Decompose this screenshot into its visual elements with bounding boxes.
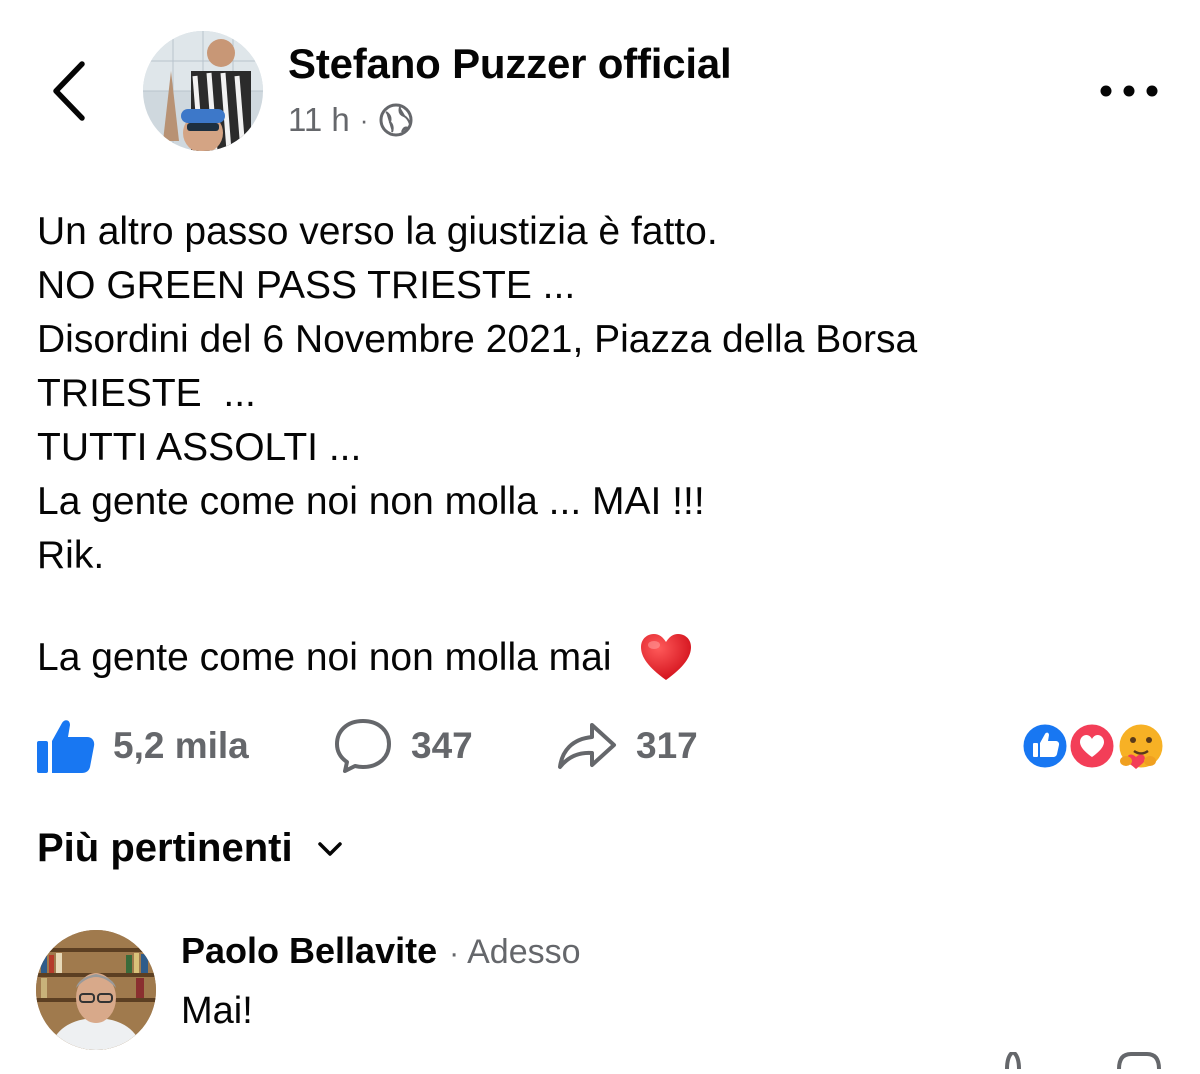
sort-label: Più pertinenti [37, 826, 293, 870]
comment-bubble-icon [335, 719, 391, 773]
post-author-name[interactable]: Stefano Puzzer official [288, 40, 732, 88]
post-line: Disordini del 6 Novembre 2021, Piazza de… [37, 318, 918, 361]
post-line: TUTTI ASSOLTI ... [37, 426, 362, 469]
comment-separator: · [449, 937, 460, 970]
share-arrow-icon [558, 723, 616, 769]
post-line: Rik. [37, 534, 105, 577]
post-closing-text: La gente come noi non molla mai [37, 636, 623, 679]
post-text: Un altro passo verso la giustizia è fatt… [37, 205, 1167, 583]
meta-separator: · [359, 104, 369, 135]
commenter-avatar[interactable] [36, 930, 156, 1050]
comment-text: Mai! [181, 990, 253, 1032]
comment-button[interactable]: 347 [333, 716, 473, 776]
globe-icon [379, 103, 413, 137]
comment-author-name[interactable]: Paolo Bellavite [181, 930, 437, 972]
comment-action-icons-cropped[interactable] [995, 1049, 1165, 1070]
thumbs-up-icon [37, 720, 95, 773]
share-count: 317 [636, 725, 698, 766]
author-avatar[interactable] [143, 31, 263, 151]
post-timestamp[interactable]: 11 h [288, 101, 350, 139]
chevron-down-icon [317, 841, 342, 856]
red-heart-emoji-icon [641, 634, 692, 680]
post-line: La gente come noi non molla ... MAI !!! [37, 480, 705, 523]
post-line: Un altro passo verso la giustizia è fatt… [37, 210, 718, 253]
comment-header: Paolo Bellavite · Adesso [181, 930, 581, 972]
share-button[interactable]: 317 [556, 716, 698, 776]
love-reaction-icon [1067, 721, 1117, 771]
post-line: TRIESTE ... [37, 372, 256, 415]
post-closing-line: La gente come noi non molla mai [37, 630, 694, 686]
like-button[interactable]: 5,2 mila [35, 716, 249, 776]
post-meta: 11 h · [288, 100, 414, 140]
more-horizontal-icon [1100, 85, 1158, 97]
post-line: NO GREEN PASS TRIESTE ... [37, 264, 576, 307]
more-options-button[interactable] [1098, 78, 1160, 104]
back-button[interactable] [44, 58, 100, 124]
comment-sort-dropdown[interactable]: Più pertinenti [37, 826, 343, 871]
like-count: 5,2 mila [113, 725, 249, 766]
chevron-left-icon [53, 61, 85, 121]
care-reaction-icon [1116, 721, 1166, 771]
reactions-summary[interactable] [1020, 721, 1170, 773]
comment-timestamp: Adesso [467, 933, 581, 971]
like-reaction-icon [1020, 721, 1070, 771]
comment-count: 347 [411, 725, 473, 766]
